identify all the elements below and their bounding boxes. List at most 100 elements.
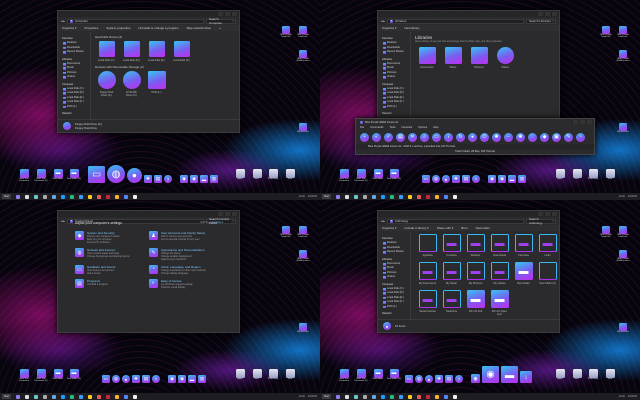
desktop-icon[interactable]: ▬ New folder: [370, 369, 386, 380]
desktop-icon[interactable]: Blue Purple IconPack: [278, 226, 294, 238]
remove-icon[interactable]: −: [504, 132, 513, 142]
desktop-icon[interactable]: Photoshop: [585, 369, 601, 380]
tray-clock[interactable]: 12:00: [299, 395, 305, 398]
taskbar-app-icon[interactable]: [372, 394, 377, 399]
wizard-icon[interactable]: ▭: [432, 132, 441, 142]
taskbar-app-icon[interactable]: [124, 394, 129, 399]
taskbar-app-icon[interactable]: [399, 194, 404, 199]
drive-item[interactable]: DVD (L:): [147, 71, 166, 97]
taskbar-app-icon[interactable]: [79, 394, 84, 399]
maximize-button[interactable]: [224, 212, 230, 216]
desktop-icon[interactable]: New Text Document (2): [33, 169, 49, 182]
sfx-icon[interactable]: ✺: [516, 132, 525, 142]
help-icon[interactable]: ?: [472, 175, 480, 183]
taskbar-app-icon[interactable]: [43, 194, 48, 199]
folder-item[interactable]: ▬ My Documents: [418, 262, 437, 285]
desktop-icon[interactable]: Skin: [602, 169, 618, 180]
category-sub-link[interactable]: Change display language: [161, 272, 206, 275]
group-header[interactable]: Hard Disk Drives (4): [95, 35, 237, 39]
drive-item[interactable]: Local Disk (C:): [98, 41, 115, 62]
taskbar-app-icon[interactable]: [61, 394, 66, 399]
taskbar-app-icon[interactable]: [97, 394, 102, 399]
taskbar-app-icon[interactable]: [381, 194, 386, 199]
toolbar-button[interactable]: Organize ▾: [382, 226, 397, 230]
desktop-icon[interactable]: Win7: [249, 369, 265, 380]
maximize-button[interactable]: [224, 12, 230, 16]
desktop-icon[interactable]: Recycle Bin: [615, 123, 631, 133]
toolbar-button[interactable]: »: [219, 26, 221, 30]
taskbar-app-icon[interactable]: [106, 194, 111, 199]
desktop-icon[interactable]: Blue Purple IconPack: [598, 26, 614, 38]
desktop-icon[interactable]: ▬ New folder (2): [66, 169, 82, 180]
gamepad-icon[interactable]: ✚: [144, 175, 152, 183]
desktop-icon[interactable]: New Text Document (2): [33, 369, 49, 382]
globe-icon[interactable]: ◍: [432, 175, 440, 183]
desktop-icon[interactable]: New Text Document: [336, 169, 352, 182]
archive-title-bar[interactable]: Blue Purple iMeMi Iconos.rar: [356, 119, 594, 125]
folder-item[interactable]: ▬ Searches: [442, 290, 461, 316]
taskbar-app-icon[interactable]: [390, 394, 395, 399]
library-item[interactable]: Pictures: [470, 47, 488, 69]
maximize-button[interactable]: [544, 12, 550, 16]
folder-item[interactable]: ▬ Saved Games: [418, 290, 437, 316]
gamepad-icon[interactable]: ✚: [435, 375, 443, 383]
group-header[interactable]: Devices with Removable Storage (3): [95, 65, 237, 69]
taskbar-app-icon[interactable]: [25, 394, 30, 399]
nav-item[interactable]: Recent Places: [382, 50, 410, 55]
monitor-icon[interactable]: ▭: [405, 375, 413, 383]
nav-item[interactable]: DVD (L:): [382, 305, 410, 309]
help-icon[interactable]: ?: [152, 375, 160, 383]
taskbar-app-icon[interactable]: [88, 394, 93, 399]
address-bar[interactable]: ▬ Libraries: [386, 18, 524, 24]
user-icon[interactable]: ●: [442, 175, 450, 183]
library-item[interactable]: Documents: [418, 47, 436, 69]
folders-icon[interactable]: ▥: [198, 375, 206, 383]
minimize-button[interactable]: [537, 12, 543, 16]
comment-icon[interactable]: ●: [468, 132, 477, 142]
search-input[interactable]: Search Libraries ⌕: [526, 18, 556, 24]
back-forward-buttons[interactable]: ◂ ▸: [61, 219, 65, 223]
nav-section-network[interactable]: Network: [62, 112, 90, 116]
nav-item[interactable]: Recent Places: [62, 50, 90, 55]
desktop-icon[interactable]: Win7: [569, 369, 585, 380]
desktop-icon[interactable]: Skin: [282, 169, 298, 180]
folder-item[interactable]: ▬ My Pictures: [466, 262, 485, 285]
taskbar-app-icon[interactable]: [426, 394, 431, 399]
taskbar-app-icon[interactable]: [34, 394, 39, 399]
search-input[interactable]: Search Computer ⌕: [206, 17, 236, 25]
desktop-icon[interactable]: New Text Document: [336, 369, 352, 382]
toolbar-button[interactable]: Organize ▾: [62, 26, 77, 30]
taskbar-app-icon[interactable]: [106, 394, 111, 399]
desktop-icon[interactable]: ▬ New folder: [50, 169, 66, 180]
desktop-icon[interactable]: ▬ New folder: [370, 169, 386, 180]
folder-item[interactable]: ▬ Downloads: [490, 234, 509, 257]
taskbar-app-icon[interactable]: [372, 194, 377, 199]
folder-item[interactable]: ▬ Contacts: [442, 234, 461, 257]
taskbar-app-icon[interactable]: [336, 194, 341, 199]
close-button[interactable]: [586, 120, 592, 124]
screen-icon[interactable]: ▤: [142, 375, 150, 383]
tray-clock[interactable]: 12:00: [619, 195, 625, 198]
close-button[interactable]: [231, 12, 237, 16]
folders-icon[interactable]: ▥: [210, 175, 218, 183]
screen-icon[interactable]: ▤: [445, 375, 453, 383]
back-forward-buttons[interactable]: ◂ ▸: [61, 19, 65, 23]
add-icon[interactable]: +: [360, 132, 369, 142]
title-bar[interactable]: [378, 11, 559, 17]
menu-item[interactable]: File: [360, 126, 364, 129]
disk-icon[interactable]: ◉: [190, 175, 198, 183]
taskbar-app-icon[interactable]: [133, 194, 138, 199]
monitor-icon[interactable]: ▭: [102, 375, 110, 383]
nav-item[interactable]: DVD (L:): [62, 105, 90, 109]
desktop-icon[interactable]: Win7: [249, 169, 265, 180]
taskbar-app-icon[interactable]: [124, 194, 129, 199]
menu-item[interactable]: Help: [433, 126, 438, 129]
disk-icon[interactable]: ◉: [168, 375, 176, 383]
taskbar-app-icon[interactable]: [435, 194, 440, 199]
category-sub-link[interactable]: Add a device: [87, 272, 115, 275]
minimize-button[interactable]: [572, 120, 578, 124]
taskbar-app-icon[interactable]: [435, 394, 440, 399]
folder-icon[interactable]: ▬: [200, 175, 208, 183]
drive-item[interactable]: Local Disk (E:): [148, 41, 165, 62]
desktop-icon[interactable]: New Text Document (2): [353, 369, 369, 382]
